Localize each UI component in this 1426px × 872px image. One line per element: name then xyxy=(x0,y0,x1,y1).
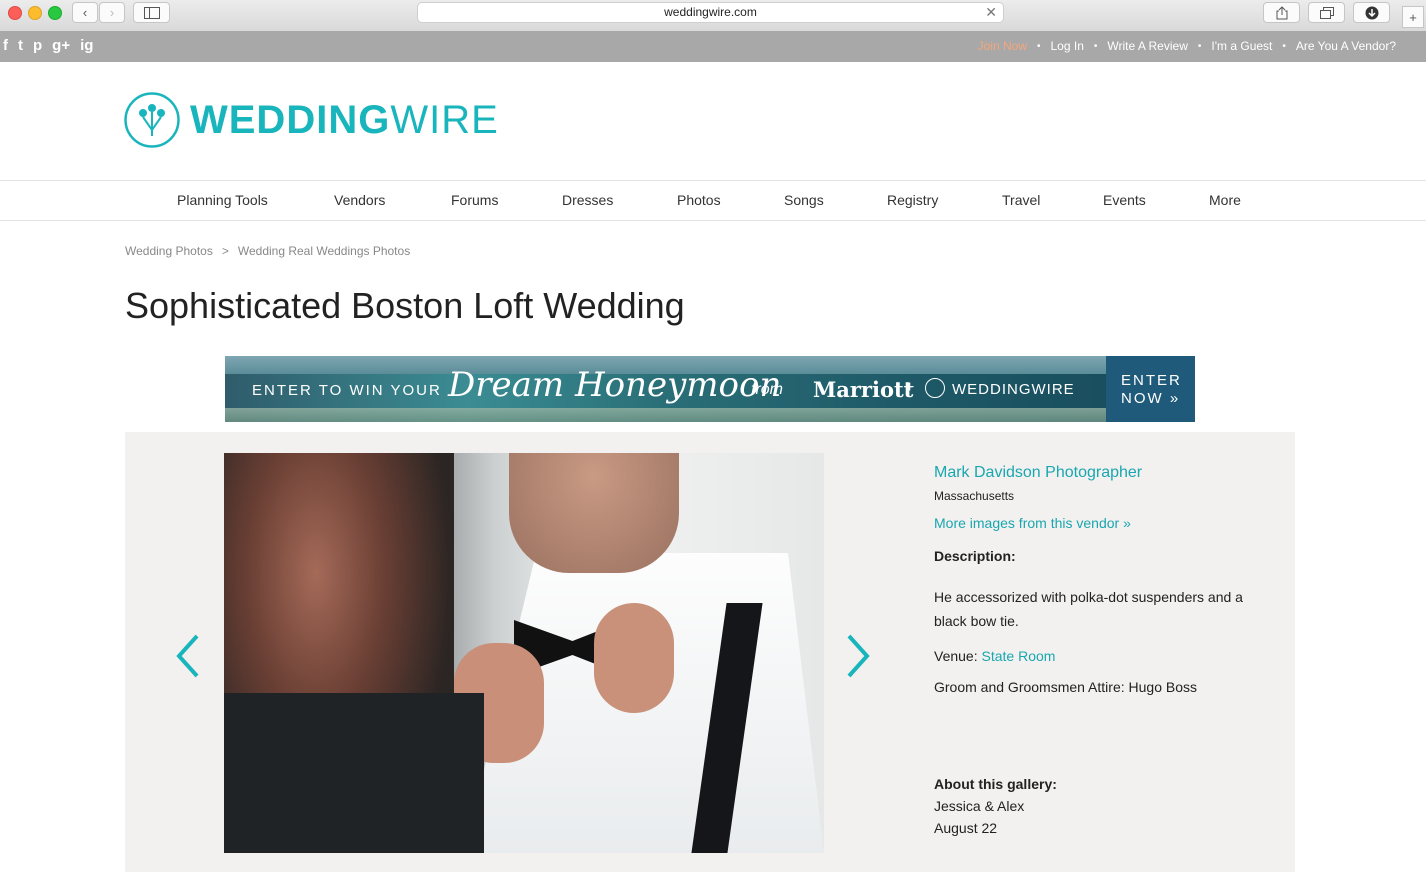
write-review-link[interactable]: Write A Review xyxy=(1107,39,1187,53)
tabs-button[interactable] xyxy=(1308,2,1345,23)
gallery-photo[interactable] xyxy=(224,453,824,853)
downloads-button[interactable] xyxy=(1353,2,1390,23)
chevron-right-icon xyxy=(847,634,870,678)
ad-beach xyxy=(225,408,1106,422)
nav-travel[interactable]: Travel xyxy=(1002,192,1040,208)
account-links: Join Now • Log In • Write A Review • I'm… xyxy=(978,39,1396,53)
logo-wordmark: WEDDINGWIRE xyxy=(190,97,499,142)
ad-cta-line1: ENTER xyxy=(1121,372,1182,389)
breadcrumb-wedding-photos[interactable]: Wedding Photos xyxy=(125,244,213,258)
vendor-location: Massachusetts xyxy=(934,489,1015,503)
guest-link[interactable]: I'm a Guest xyxy=(1211,39,1272,53)
twitter-icon[interactable]: t xyxy=(18,37,23,55)
gallery-panel: Mark Davidson Photographer Massachusetts… xyxy=(125,432,1295,872)
google-plus-icon[interactable]: g+ xyxy=(52,37,70,55)
breadcrumb-real-weddings[interactable]: Wedding Real Weddings Photos xyxy=(238,244,410,258)
ad-marriott-logo: Marriott xyxy=(813,377,914,402)
ad-enter-now-button[interactable]: ENTER NOW » xyxy=(1106,356,1195,422)
instagram-icon[interactable]: ig xyxy=(80,37,93,55)
tabs-icon xyxy=(1319,6,1334,19)
photo-info: Mark Davidson Photographer Massachusetts… xyxy=(934,464,1274,836)
photo-neck xyxy=(509,453,679,573)
pinterest-icon[interactable]: p xyxy=(33,37,42,55)
ad-partner: WEDDINGWIRE xyxy=(952,381,1075,398)
back-button[interactable]: ‹ xyxy=(72,2,98,23)
about-gallery-label: About this gallery: xyxy=(934,776,1057,792)
forward-button[interactable]: › xyxy=(99,2,125,23)
sidebar-icon xyxy=(143,6,160,19)
download-icon xyxy=(1365,6,1378,19)
more-images-link[interactable]: More images from this vendor » xyxy=(934,515,1274,531)
zoom-window-button[interactable] xyxy=(48,6,62,20)
nav-vendors[interactable]: Vendors xyxy=(334,192,385,208)
venue-link[interactable]: State Room xyxy=(982,648,1056,664)
photo-suit xyxy=(224,693,484,853)
nav-more[interactable]: More xyxy=(1209,192,1241,208)
join-now-link[interactable]: Join Now xyxy=(978,39,1027,53)
honeymoon-ad-banner[interactable]: ENTER TO WIN YOUR Dream Honeymoon from M… xyxy=(225,356,1195,422)
share-button[interactable] xyxy=(1263,2,1300,23)
separator: • xyxy=(1197,40,1202,52)
log-in-link[interactable]: Log In xyxy=(1051,39,1084,53)
close-icon[interactable]: ✕ xyxy=(985,3,997,22)
venue-label: Venue: xyxy=(934,648,978,664)
utility-bar: f t p g+ ig Join Now • Log In • Write A … xyxy=(0,31,1426,62)
url-text: weddingwire.com xyxy=(664,5,757,19)
chevron-left-icon: ‹ xyxy=(82,5,88,20)
description-label: Description: xyxy=(934,548,1016,564)
address-bar[interactable]: weddingwire.com ✕ xyxy=(417,2,1004,23)
couple-names: Jessica & Alex xyxy=(934,798,1025,814)
separator: • xyxy=(1093,40,1098,52)
attire-text: Groom and Groomsmen Attire: Hugo Boss xyxy=(934,679,1197,695)
page-title: Sophisticated Boston Loft Wedding xyxy=(125,285,685,326)
separator: • xyxy=(1282,40,1286,52)
previous-photo-button[interactable] xyxy=(173,631,203,681)
social-links: f t p g+ ig xyxy=(3,37,93,55)
plus-icon: + xyxy=(1409,9,1417,25)
breadcrumb: Wedding Photos > Wedding Real Weddings Pho… xyxy=(125,244,410,258)
ad-from: from xyxy=(751,381,783,398)
chevron-left-icon xyxy=(176,634,199,678)
nav-events[interactable]: Events xyxy=(1103,192,1146,208)
bouquet-logo-icon xyxy=(124,92,180,148)
share-icon xyxy=(1276,5,1287,19)
site-logo[interactable]: WEDDINGWIRE xyxy=(124,92,499,148)
venue-line: Venue: State Room xyxy=(934,648,1274,664)
chevron-right-icon: › xyxy=(109,5,115,20)
nav-registry[interactable]: Registry xyxy=(887,192,938,208)
vendor-name-link[interactable]: Mark Davidson Photographer xyxy=(934,464,1274,482)
ad-line1: ENTER TO WIN YOUR xyxy=(252,382,442,399)
nav-songs[interactable]: Songs xyxy=(784,192,824,208)
breadcrumb-separator: > xyxy=(221,244,229,258)
description-text: He accessorized with polka-dot suspender… xyxy=(934,589,1243,629)
nav-photos[interactable]: Photos xyxy=(677,192,721,208)
photo-hand xyxy=(594,603,674,713)
separator: • xyxy=(1036,40,1041,52)
ad-script-text: Dream Honeymoon xyxy=(448,365,782,405)
new-tab-button[interactable]: + xyxy=(1402,6,1424,28)
nav-planning-tools[interactable]: Planning Tools xyxy=(177,192,268,208)
nav-forums[interactable]: Forums xyxy=(451,192,498,208)
minimize-window-button[interactable] xyxy=(28,6,42,20)
nav-dresses[interactable]: Dresses xyxy=(562,192,613,208)
ad-weddingwire-icon xyxy=(925,378,945,398)
close-window-button[interactable] xyxy=(8,6,22,20)
wedding-date: August 22 xyxy=(934,820,998,836)
browser-toolbar: ‹ › weddingwire.com ✕ + xyxy=(0,0,1426,32)
ad-plus: + xyxy=(905,379,915,396)
facebook-icon[interactable]: f xyxy=(3,37,8,55)
next-photo-button[interactable] xyxy=(843,631,873,681)
vendor-link[interactable]: Are You A Vendor? xyxy=(1296,39,1396,53)
main-nav: Planning Tools Vendors Forums Dresses Ph… xyxy=(0,180,1426,221)
ad-cta-line2: NOW » xyxy=(1121,390,1181,407)
sidebar-toggle-button[interactable] xyxy=(133,2,170,23)
